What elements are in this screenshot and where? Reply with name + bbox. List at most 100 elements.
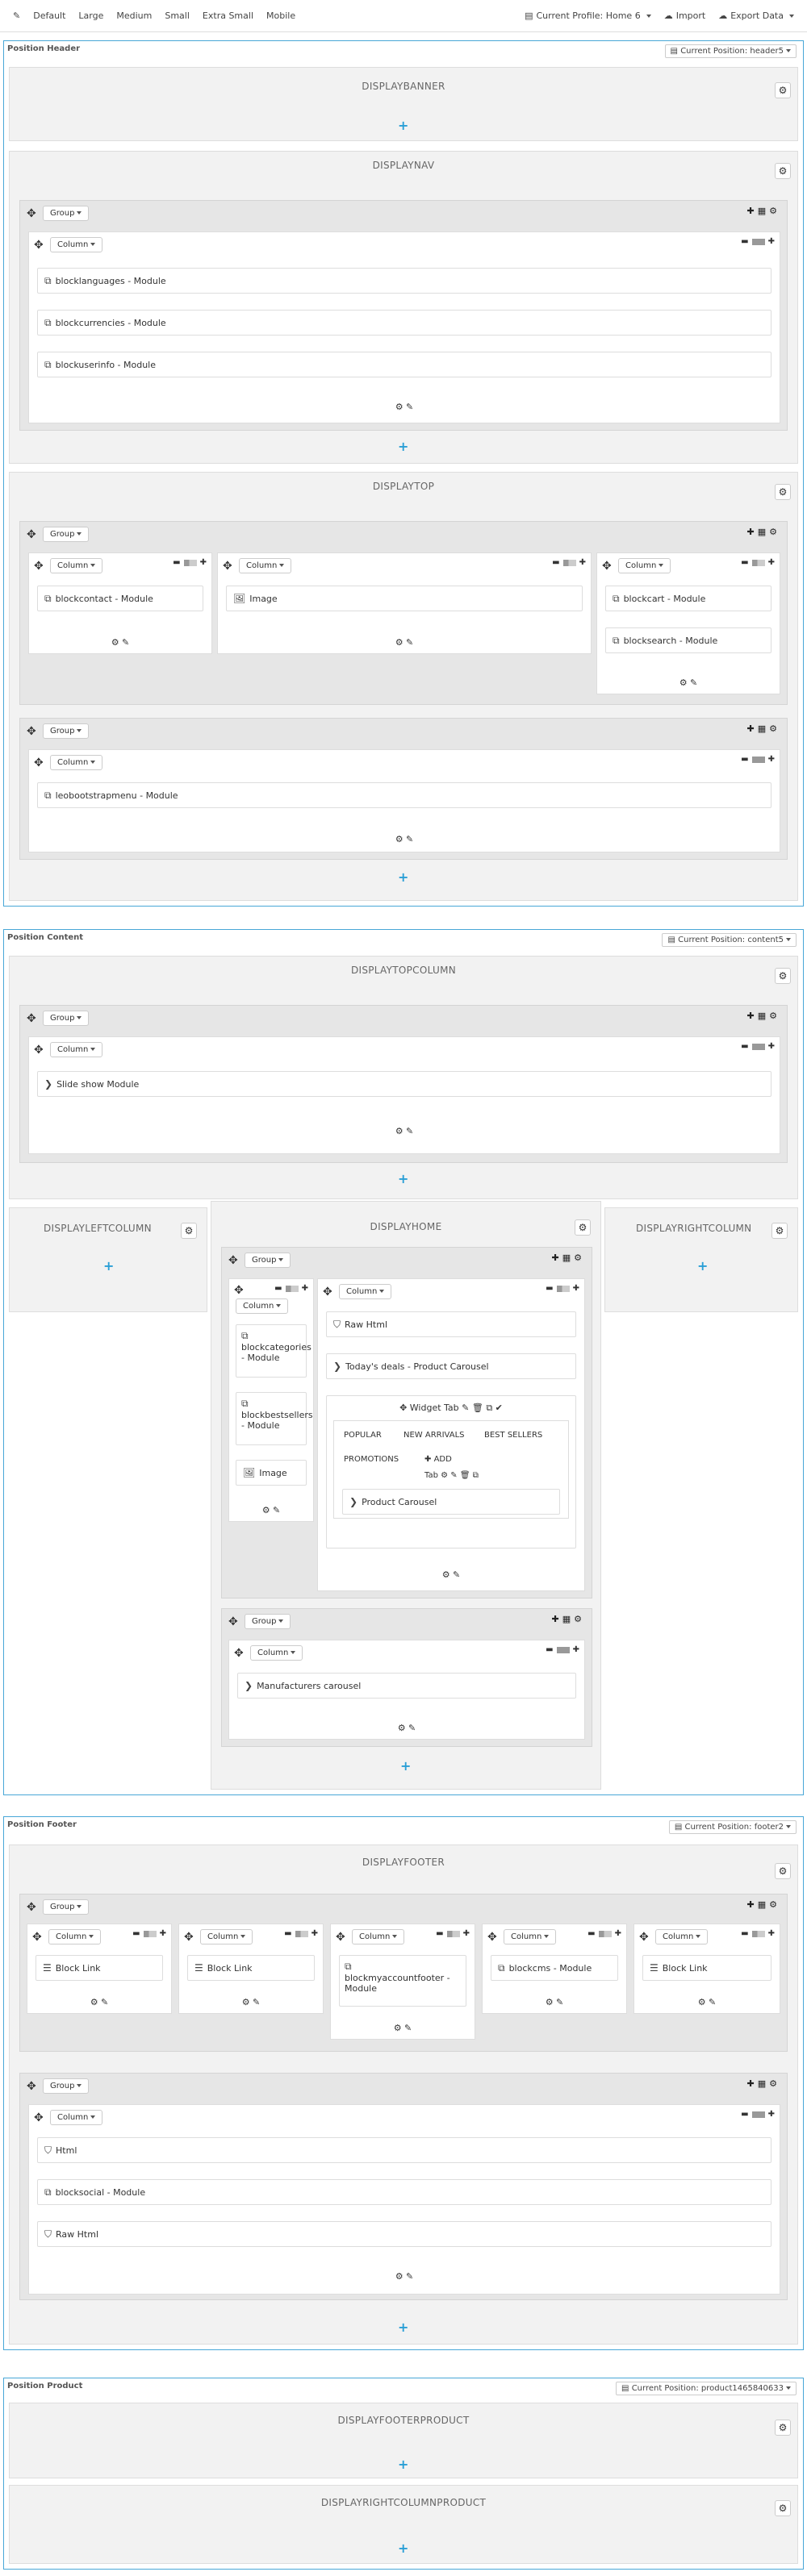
module-blocklink[interactable]: ☰ Block Link: [642, 1955, 771, 1981]
column-actions[interactable]: ▬ ✚: [741, 558, 775, 567]
module-blockcontact[interactable]: ⧉ blockcontact - Module: [37, 586, 203, 611]
add-group-icon[interactable]: +: [400, 1760, 411, 1773]
column-footer-actions[interactable]: ⚙ ✎: [29, 2271, 780, 2282]
current-position-dropdown[interactable]: ▤ Current Position: header5: [664, 44, 797, 58]
column-footer-actions[interactable]: ⚙ ✎: [29, 1126, 780, 1136]
column-dropdown[interactable]: Column: [504, 1929, 557, 1945]
column-dropdown[interactable]: Column: [50, 237, 103, 252]
move-icon[interactable]: ✥: [639, 1931, 649, 1944]
move-icon[interactable]: ✥: [184, 1931, 194, 1944]
module-todaysdeals[interactable]: ❯ Today's deals - Product Carousel: [326, 1353, 576, 1379]
column-actions[interactable]: ▬ ✚: [274, 1284, 308, 1293]
column-actions[interactable]: ▬ ✚: [741, 1042, 775, 1051]
current-position-dropdown[interactable]: ▤ Current Position: product1465840633: [616, 2382, 797, 2395]
module-slideshow[interactable]: ❯ Slide show Module: [37, 1071, 771, 1097]
move-icon[interactable]: ✥: [34, 2111, 44, 2124]
group-actions[interactable]: ✚▦⚙: [747, 1899, 780, 1910]
column-dropdown[interactable]: Column: [50, 755, 103, 770]
module-blocklanguages[interactable]: ⧉ blocklanguages - Module: [37, 268, 771, 294]
column-footer-actions[interactable]: ⚙ ✎: [29, 834, 780, 844]
column-footer-actions[interactable]: ⚙ ✎: [29, 637, 211, 648]
gear-icon[interactable]: ⚙: [775, 1863, 791, 1879]
group-dropdown[interactable]: Group: [43, 206, 90, 221]
module-productcarousel[interactable]: ❯ Product Carousel: [342, 1489, 560, 1515]
move-icon[interactable]: ✥: [34, 239, 44, 252]
group-dropdown[interactable]: Group: [43, 1899, 90, 1915]
tab-popular[interactable]: POPULAR: [344, 1431, 382, 1440]
column-actions[interactable]: ▬ ✚: [552, 558, 586, 567]
module-blockbestsellers[interactable]: ⧉ blockbestsellers - Module: [236, 1392, 313, 1445]
export-button[interactable]: ☁ Export Data: [718, 10, 794, 21]
group-dropdown[interactable]: Group: [43, 723, 90, 739]
column-actions[interactable]: ▬ ✚: [741, 237, 775, 246]
move-icon[interactable]: ✥: [323, 1286, 332, 1298]
module-image[interactable]: 🖼 Image: [236, 1460, 307, 1486]
column-footer-actions[interactable]: ⚙ ✎: [29, 402, 780, 412]
column-dropdown[interactable]: Column: [655, 1929, 709, 1945]
column-footer-actions[interactable]: ⚙ ✎: [634, 1997, 780, 2007]
column-dropdown[interactable]: Column: [48, 1929, 102, 1945]
group-actions[interactable]: ✚▦⚙: [747, 2078, 780, 2089]
add-group-icon[interactable]: +: [398, 119, 408, 132]
add-tab-button[interactable]: ✚ ADD: [424, 1455, 452, 1464]
move-icon[interactable]: ✥: [602, 560, 612, 573]
tab-best-sellers[interactable]: BEST SELLERS: [484, 1431, 542, 1440]
column-footer-actions[interactable]: ⚙ ✎: [597, 677, 780, 688]
module-blocklink[interactable]: ☰ Block Link: [187, 1955, 315, 1981]
move-icon[interactable]: ✥: [34, 560, 44, 573]
group-dropdown[interactable]: Group: [43, 527, 90, 542]
column-dropdown[interactable]: Column: [618, 558, 671, 573]
module-leobootstrapmenu[interactable]: ⧉ leobootstrapmenu - Module: [37, 782, 771, 808]
column-actions[interactable]: ▬ ✚: [546, 1284, 579, 1293]
add-group-icon[interactable]: +: [398, 440, 408, 453]
profile-dropdown[interactable]: ▤ Current Profile: Home 6: [525, 10, 651, 21]
gear-icon[interactable]: ⚙: [575, 1219, 591, 1236]
gear-icon[interactable]: ⚙: [775, 968, 791, 984]
import-button[interactable]: ☁ Import: [664, 10, 706, 21]
group-actions[interactable]: ✚▦⚙: [747, 1011, 780, 1021]
move-icon[interactable]: ✥: [27, 2080, 36, 2093]
module-blocksearch[interactable]: ⧉ blocksearch - Module: [605, 627, 771, 653]
column-footer-actions[interactable]: ⚙ ✎: [179, 1997, 323, 2007]
current-position-dropdown[interactable]: ▤ Current Position: footer2: [668, 1820, 797, 1834]
add-group-icon[interactable]: +: [398, 871, 408, 884]
module-image[interactable]: 🖼 Image: [226, 586, 583, 611]
gear-icon[interactable]: ⚙: [181, 1223, 197, 1239]
tab-new-arrivals[interactable]: NEW ARRIVALS: [404, 1431, 465, 1440]
widget-tab[interactable]: ✥ Widget Tab ✎ 🗑 ⧉ ✔ POPULAR NEW ARRIVAL…: [326, 1395, 576, 1549]
move-icon[interactable]: ✥: [27, 1012, 36, 1025]
move-icon[interactable]: ✥: [487, 1931, 497, 1944]
column-dropdown[interactable]: Column: [250, 1645, 303, 1661]
column-dropdown[interactable]: Column: [352, 1929, 405, 1945]
group-actions[interactable]: ✚▦⚙: [552, 1614, 585, 1624]
column-actions[interactable]: ▬ ✚: [284, 1929, 318, 1938]
group-actions[interactable]: ✚▦⚙: [747, 723, 780, 734]
gear-icon[interactable]: ⚙: [775, 484, 791, 500]
add-group-icon[interactable]: +: [398, 2321, 408, 2334]
device-medium[interactable]: Medium: [116, 10, 152, 21]
current-position-dropdown[interactable]: ▤ Current Position: content5: [662, 933, 797, 947]
module-blockmyaccountfooter[interactable]: ⧉ blockmyaccountfooter - Module: [339, 1955, 466, 2007]
tab-promotions[interactable]: PROMOTIONS: [344, 1455, 399, 1464]
move-icon[interactable]: ✥: [27, 207, 36, 220]
move-icon[interactable]: ✥: [223, 560, 232, 573]
gear-icon[interactable]: ⚙: [775, 2500, 791, 2516]
gear-icon[interactable]: ⚙: [775, 163, 791, 179]
column-actions[interactable]: ▬ ✚: [741, 755, 775, 764]
column-actions[interactable]: ▬ ✚: [741, 1929, 775, 1938]
column-actions[interactable]: ▬ ✚: [173, 558, 207, 567]
column-dropdown[interactable]: Column: [239, 558, 292, 573]
move-icon[interactable]: ✥: [336, 1931, 345, 1944]
device-default[interactable]: Default: [33, 10, 65, 21]
column-actions[interactable]: ▬ ✚: [132, 1929, 166, 1938]
group-actions[interactable]: ✚▦⚙: [747, 206, 780, 216]
module-blockcurrencies[interactable]: ⧉ blockcurrencies - Module: [37, 310, 771, 336]
column-actions[interactable]: ▬ ✚: [741, 2110, 775, 2119]
move-icon[interactable]: ✥: [234, 1647, 244, 1660]
move-icon[interactable]: ✥: [228, 1615, 238, 1628]
module-manufacturers[interactable]: ❯ Manufacturers carousel: [237, 1673, 576, 1699]
column-dropdown[interactable]: Column: [50, 558, 103, 573]
move-icon[interactable]: ✥: [27, 528, 36, 541]
module-blockcms[interactable]: ⧉ blockcms - Module: [491, 1955, 618, 1981]
column-footer-actions[interactable]: ⚙ ✎: [229, 1505, 313, 1515]
